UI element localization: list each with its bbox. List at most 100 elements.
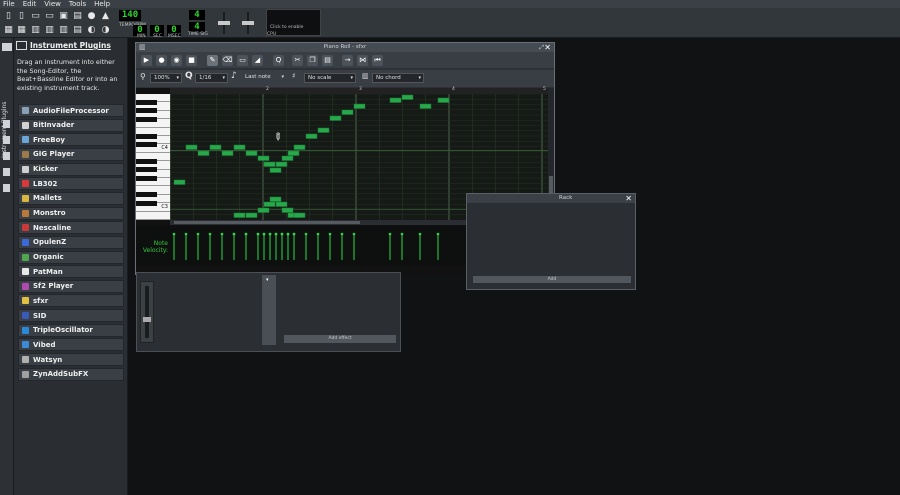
- rack-add-button[interactable]: Add: [473, 276, 631, 283]
- horizontal-scroll-thumb[interactable]: [174, 221, 360, 224]
- menu-edit[interactable]: Edit: [23, 0, 37, 8]
- plugin-item[interactable]: TripleOscillator: [18, 323, 124, 337]
- pitch-bend-mode-icon[interactable]: ◢: [252, 55, 263, 66]
- controller-rack-icon[interactable]: ▤: [72, 25, 83, 36]
- metronome-icon[interactable]: ▲: [100, 11, 111, 22]
- black-key[interactable]: [136, 175, 157, 181]
- fx-volume-fader[interactable]: [140, 281, 154, 343]
- toggle-performance-icon[interactable]: ◑: [100, 25, 111, 36]
- quantize-combo[interactable]: 1/16 ▾: [195, 73, 228, 83]
- piano-keyboard[interactable]: C4 C3: [136, 94, 170, 220]
- add-effect-button[interactable]: Add effect: [284, 335, 396, 343]
- rack-titlebar[interactable]: Rack ✕: [467, 194, 635, 203]
- black-key[interactable]: [136, 192, 157, 198]
- plugin-item[interactable]: Vibed: [18, 338, 124, 352]
- beat-bassline-icon[interactable]: ▦: [16, 25, 27, 36]
- scale-combo[interactable]: No scale ▾: [304, 73, 356, 83]
- project-notes-icon[interactable]: ◐: [86, 25, 97, 36]
- plugin-item[interactable]: OpulenZ: [18, 235, 124, 249]
- cut-icon[interactable]: ✂: [292, 55, 303, 66]
- select-mode-icon[interactable]: ▭: [237, 55, 248, 66]
- stop-icon[interactable]: ■: [186, 55, 197, 66]
- note-length-combo[interactable]: Last note ▾: [242, 73, 286, 83]
- autoscroll-icon[interactable]: →: [342, 55, 353, 66]
- fx-chain-scrollbar[interactable]: ▾: [262, 275, 276, 345]
- black-key[interactable]: [136, 133, 157, 139]
- paste-icon[interactable]: ▤: [322, 55, 333, 66]
- piano-roll-icon[interactable]: ▥: [30, 25, 41, 36]
- loop-points-icon[interactable]: ⋈: [357, 55, 368, 66]
- plugin-item[interactable]: Sf2 Player: [18, 279, 124, 293]
- timesig-numerator[interactable]: 4: [189, 10, 205, 20]
- velocity-handle: [232, 232, 236, 236]
- instrument-plugins-tab[interactable]: Instrument Plugins: [1, 98, 13, 158]
- master-pitch-slider[interactable]: [238, 12, 258, 34]
- root-directory-tab-icon[interactable]: [3, 184, 10, 192]
- master-volume-slider[interactable]: [214, 12, 234, 34]
- plugin-item[interactable]: AudioFileProcessor: [18, 104, 124, 117]
- menu-view[interactable]: View: [44, 0, 61, 8]
- piano-roll-title: Piano Roll - sfxr: [323, 44, 367, 50]
- plugin-item[interactable]: sfxr: [18, 294, 124, 308]
- timesig-denominator[interactable]: 4: [189, 22, 205, 32]
- plugin-item[interactable]: Organic: [18, 250, 124, 264]
- record-icon[interactable]: ●: [156, 55, 167, 66]
- plugin-item[interactable]: LB302: [18, 177, 124, 191]
- plugin-item[interactable]: ZynAddSubFX: [18, 367, 124, 381]
- zoom-combo[interactable]: 100% ▾: [150, 73, 182, 83]
- my-projects-tab-icon[interactable]: [3, 120, 10, 128]
- song-editor-icon[interactable]: ▦: [3, 25, 14, 36]
- plugin-item[interactable]: SID: [18, 309, 124, 323]
- cpu-graph[interactable]: Click to enable CPU: [266, 9, 321, 37]
- black-key[interactable]: [136, 116, 157, 122]
- export-icon[interactable]: ▤: [72, 11, 83, 22]
- tempo-display[interactable]: 140: [119, 10, 141, 21]
- rack-close-icon[interactable]: ✕: [625, 194, 632, 203]
- plugin-item[interactable]: Kicker: [18, 162, 124, 176]
- plugin-item[interactable]: BitInvader: [18, 118, 124, 132]
- white-key[interactable]: [136, 211, 170, 220]
- erase-mode-icon[interactable]: ⌫: [222, 55, 233, 66]
- fx-mixer-icon[interactable]: ▥: [58, 25, 69, 36]
- menu-file[interactable]: File: [3, 0, 15, 8]
- black-key[interactable]: [136, 99, 157, 105]
- rack-title: Rack: [559, 195, 573, 201]
- black-key[interactable]: [136, 108, 157, 114]
- my-presets-tab-icon[interactable]: [3, 152, 10, 160]
- black-key[interactable]: [136, 200, 157, 206]
- my-samples-tab-icon[interactable]: [3, 136, 10, 144]
- maximize-icon[interactable]: ⤢: [539, 43, 544, 52]
- plugin-item[interactable]: Nescaline: [18, 221, 124, 235]
- instrument-plugins-tab-icon[interactable]: [2, 43, 12, 51]
- play-icon[interactable]: ▶: [141, 55, 152, 66]
- chord-combo[interactable]: No chord ▾: [372, 73, 424, 83]
- black-key[interactable]: [136, 158, 157, 164]
- close-icon[interactable]: ✕: [544, 43, 551, 52]
- copy-icon[interactable]: ❐: [307, 55, 318, 66]
- plugin-item[interactable]: GIG Player: [18, 147, 124, 161]
- menu-tools[interactable]: Tools: [69, 0, 86, 8]
- menu-help[interactable]: Help: [94, 0, 110, 8]
- recent-projects-icon[interactable]: ▭: [44, 11, 55, 22]
- record-while-playing-icon[interactable]: ◉: [171, 55, 182, 66]
- my-home-tab-icon[interactable]: [3, 168, 10, 176]
- quantize-icon[interactable]: Q: [273, 55, 284, 66]
- plugin-item[interactable]: PatMan: [18, 265, 124, 279]
- piano-roll-titlebar[interactable]: ▥ Piano Roll - sfxr ⤢ ✕: [136, 43, 554, 52]
- behavior-at-stop-icon[interactable]: ⏮: [372, 55, 383, 66]
- new-from-template-icon[interactable]: ▯: [16, 11, 27, 22]
- draw-mode-icon[interactable]: ✎: [207, 55, 218, 66]
- black-key[interactable]: [136, 167, 157, 173]
- automation-editor-icon[interactable]: ▥: [44, 25, 55, 36]
- new-project-icon[interactable]: ▯: [3, 11, 14, 22]
- velocity-handle: [280, 232, 284, 236]
- plugin-item[interactable]: FreeBoy: [18, 133, 124, 147]
- plugin-item[interactable]: Watsyn: [18, 353, 124, 367]
- plugin-icon: [22, 136, 29, 144]
- whats-this-icon[interactable]: ●: [86, 11, 97, 22]
- plugin-item[interactable]: Monstro: [18, 206, 124, 220]
- black-key[interactable]: [136, 141, 157, 147]
- save-project-icon[interactable]: ▣: [58, 11, 69, 22]
- plugin-item[interactable]: Mallets: [18, 191, 124, 205]
- open-project-icon[interactable]: ▭: [30, 11, 41, 22]
